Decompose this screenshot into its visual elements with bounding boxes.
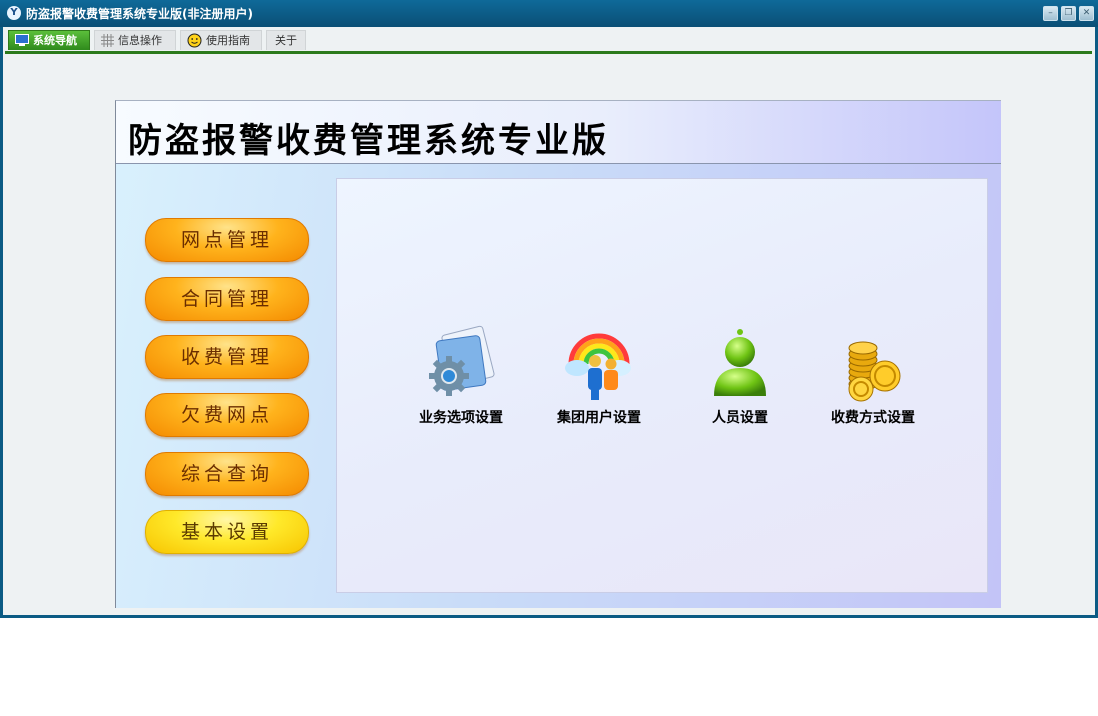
tab-bar: 系统导航 信息操作 使用指南 关于 (5, 28, 1092, 52)
nav-button-comprehensive-query[interactable]: 综合查询 (145, 452, 309, 496)
coins-icon (848, 341, 901, 402)
tab-about[interactable]: 关于 (266, 30, 306, 50)
tool-label: 业务选项设置 (419, 410, 503, 426)
page-title: 防盗报警收费管理系统专业版 (128, 121, 609, 161)
tool-personnel[interactable]: 人员设置 (680, 324, 800, 427)
nav-button-basic-settings[interactable]: 基本设置 (145, 510, 309, 554)
tab-label: 关于 (275, 34, 297, 47)
user-icon (714, 329, 766, 396)
tab-user-guide[interactable]: 使用指南 (180, 30, 262, 50)
nav-button-contract-management[interactable]: 合同管理 (145, 277, 309, 321)
tool-business-options[interactable]: 业务选项设置 (401, 324, 521, 427)
tab-label: 信息操作 (118, 34, 162, 47)
title-bar[interactable]: Y 防盗报警收费管理系统专业版(非注册用户) – ❐ ✕ (0, 0, 1098, 27)
tool-label: 人员设置 (712, 410, 768, 426)
tab-underline (5, 51, 1092, 54)
tool-group-users[interactable]: 集团用户设置 (539, 324, 659, 427)
nav-button-fee-management[interactable]: 收费管理 (145, 335, 309, 379)
monitor-icon (15, 34, 29, 46)
settings-content-area: 业务选项设置 集团用户设置 人员设置 收费方式设置 (336, 178, 988, 593)
close-icon[interactable]: ✕ (1079, 6, 1094, 21)
minimize-icon[interactable]: – (1043, 6, 1058, 21)
tab-label: 系统导航 (33, 34, 77, 47)
panel-header: 防盗报警收费管理系统专业版 (116, 101, 1001, 164)
nav-button-outlet-management[interactable]: 网点管理 (145, 218, 309, 262)
smiley-icon (187, 33, 202, 47)
tab-label: 使用指南 (206, 34, 250, 47)
grid-icon (101, 33, 114, 47)
app-icon: Y (7, 6, 21, 20)
tab-system-navigation[interactable]: 系统导航 (8, 30, 90, 50)
tab-info-operation[interactable]: 信息操作 (94, 30, 176, 50)
gear-document-icon (429, 325, 495, 396)
restore-icon[interactable]: ❐ (1061, 6, 1076, 21)
tool-payment-methods[interactable]: 收费方式设置 (813, 324, 933, 427)
nav-button-arrears-outlets[interactable]: 欠费网点 (145, 393, 309, 437)
tool-label: 收费方式设置 (831, 410, 915, 426)
window-title: 防盗报警收费管理系统专业版(非注册用户) (26, 7, 253, 21)
tool-label: 集团用户设置 (557, 410, 641, 426)
main-panel: 防盗报警收费管理系统专业版 网点管理 合同管理 收费管理 欠费网点 综合查询 基… (115, 100, 1001, 608)
rainbow-group-icon (565, 333, 631, 400)
